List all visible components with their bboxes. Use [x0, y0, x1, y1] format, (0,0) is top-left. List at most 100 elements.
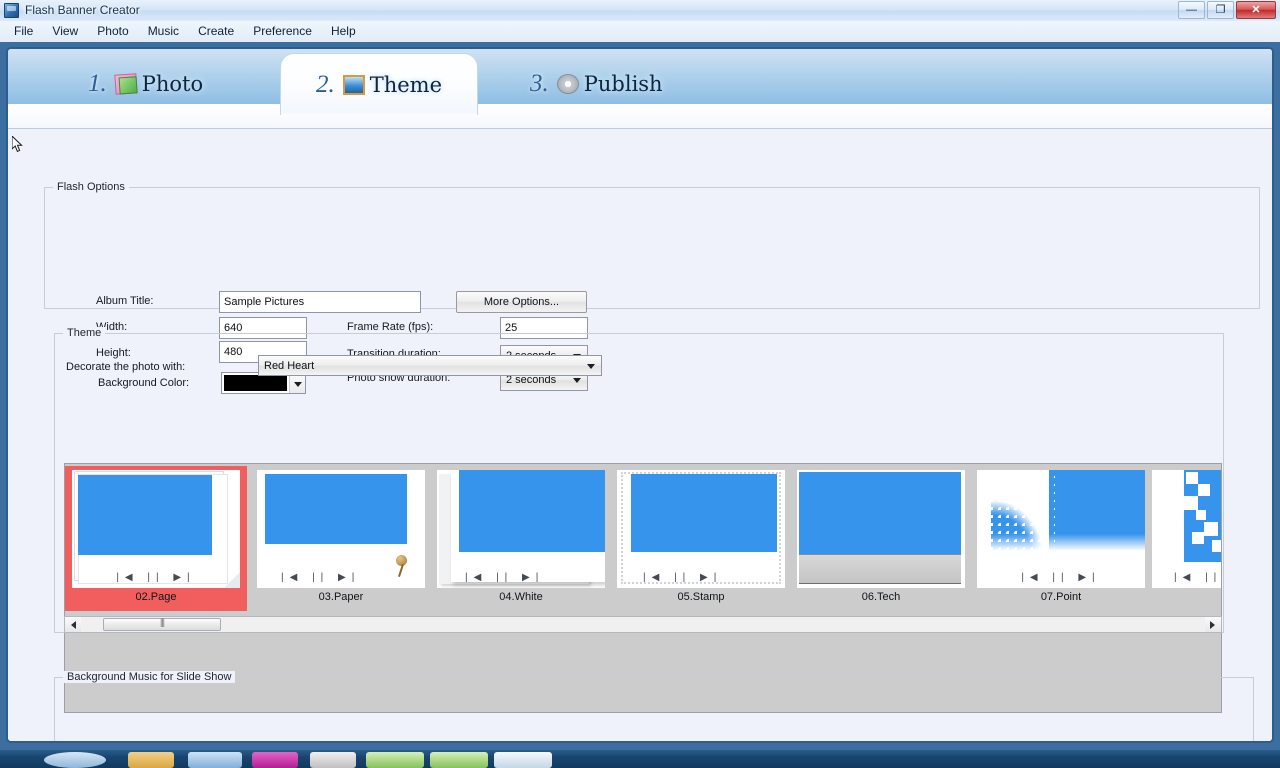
theme-label-paper: 03.Paper	[318, 591, 364, 603]
title-bar: Flash Banner Creator — ❐ ✕	[0, 0, 1280, 21]
bottom-fade-shape	[985, 534, 1145, 562]
start-button-icon[interactable]	[44, 752, 106, 768]
theme-preview-point: |◀ || ▶|	[977, 470, 1145, 588]
taskbar-icon-app-green[interactable]	[366, 752, 424, 768]
flash-options-title: Flash Options	[53, 181, 129, 193]
preview-image-area	[459, 470, 605, 552]
taskbar[interactable]	[0, 750, 1280, 768]
taskbar-icon-app-doc[interactable]	[494, 752, 552, 768]
taskbar-icon-media[interactable]	[252, 752, 298, 768]
app-icon	[4, 3, 19, 18]
pixel-block	[1186, 472, 1198, 484]
theme-label-point: 07.Point	[1040, 591, 1082, 603]
gear-icon	[556, 74, 579, 94]
more-options-button[interactable]: More Options...	[456, 291, 587, 313]
decorate-photo-value: Red Heart	[264, 360, 315, 372]
theme-group-title: Theme	[63, 327, 106, 339]
menu-item-help[interactable]: Help	[323, 21, 364, 41]
theme-thumbnail-paper[interactable]: |◀ || ▶| 03.Paper	[251, 466, 431, 611]
playback-controls-icon: |◀ || ▶|	[1174, 572, 1222, 583]
taskbar-icon-browser[interactable]	[188, 752, 242, 768]
menu-item-music[interactable]: Music	[140, 21, 187, 41]
close-icon: ✕	[1251, 4, 1261, 16]
content-area: Flash Options Album Title: Sample Pictur…	[8, 129, 1272, 741]
scroll-left-icon[interactable]	[65, 617, 81, 632]
theme-preview-page: |◀ || ▶|	[72, 470, 240, 588]
theme-label-tech: 06.Tech	[861, 591, 901, 603]
theme-preview-paper: |◀ || ▶|	[257, 470, 425, 588]
chevron-down-icon	[587, 363, 595, 369]
theme-thumbnail-point[interactable]: |◀ || ▶| 07.Point	[971, 466, 1151, 611]
menu-bar: File View Photo Music Create Preference …	[0, 21, 1280, 42]
window-title: Flash Banner Creator	[25, 3, 140, 17]
preview-image-area	[631, 474, 777, 552]
music-group: Background Music for Slide Show	[54, 671, 1254, 741]
menu-item-create[interactable]: Create	[190, 21, 242, 41]
theme-thumbnail-white[interactable]: |◀ || ▶| 04.White	[431, 466, 611, 611]
taskbar-icon-app-green2[interactable]	[430, 752, 488, 768]
playback-controls-icon: |◀ || ▶|	[1021, 572, 1101, 583]
tab-publish-number: 3.	[530, 70, 549, 97]
menu-item-file[interactable]: File	[6, 21, 41, 41]
pixel-block	[1212, 540, 1221, 552]
theme-thumbnail-page[interactable]: |◀ || ▶| 02.Page	[65, 466, 247, 611]
inner-panel: 1. Photo 2. Theme 3. Publish Flash Optio…	[6, 47, 1274, 743]
album-title-input[interactable]: Sample Pictures	[219, 291, 421, 313]
theme-label-white: 04.White	[499, 591, 543, 603]
pixel-block	[1192, 532, 1204, 544]
tab-publish-label: Publish	[583, 72, 663, 96]
application-window: Flash Banner Creator — ❐ ✕ File View Pho…	[0, 0, 1280, 750]
tab-photo-label: Photo	[141, 72, 204, 96]
theme-preview-stamp: |◀ || ▶|	[617, 470, 785, 588]
menu-item-view[interactable]: View	[44, 21, 86, 41]
tab-photo[interactable]: 1. Photo	[66, 55, 225, 113]
tab-theme-number: 2.	[315, 70, 335, 98]
preview-image-area	[799, 472, 961, 554]
theme-preview-white: |◀ || ▶|	[437, 470, 605, 588]
theme-thumbnail-partial[interactable]: |◀ || ▶|	[1151, 466, 1222, 611]
menu-item-photo[interactable]: Photo	[89, 21, 136, 41]
frame-rate-label: Frame Rate (fps):	[347, 321, 434, 333]
preview-image-area	[265, 474, 407, 544]
tab-theme-label: Theme	[369, 72, 443, 97]
theme-thumbnail-stamp[interactable]: |◀ || ▶| 05.Stamp	[611, 466, 791, 611]
theme-thumbnail-list[interactable]: |◀ || ▶| 02.Page |◀ || ▶| 03.Paper |◀ ||…	[64, 463, 1222, 713]
restore-icon: ❐	[1215, 4, 1226, 16]
theme-list-horizontal-scrollbar[interactable]	[64, 616, 1222, 633]
taskbar-icon-folder[interactable]	[128, 752, 174, 768]
taskbar-icon-window[interactable]	[310, 752, 356, 768]
tab-photo-number: 1.	[88, 70, 107, 97]
scroll-right-icon[interactable]	[1205, 617, 1221, 632]
pixel-block	[1184, 496, 1198, 510]
scrollbar-thumb[interactable]	[103, 618, 221, 631]
tab-theme[interactable]: 2. Theme	[280, 53, 478, 115]
decorate-photo-select[interactable]: Red Heart	[258, 355, 602, 376]
theme-label-stamp: 05.Stamp	[677, 591, 725, 603]
maximize-restore-button[interactable]: ❐	[1207, 1, 1234, 19]
menu-item-preference[interactable]: Preference	[245, 21, 320, 41]
playback-controls-icon: |◀ || ▶|	[465, 572, 545, 583]
theme-preview-pixel: |◀ || ▶|	[1152, 470, 1222, 588]
minimize-button[interactable]: —	[1178, 1, 1205, 19]
theme-label-page: 02.Page	[135, 591, 177, 603]
playback-controls-icon: |◀ || ▶|	[281, 572, 361, 583]
minimize-icon: —	[1186, 4, 1197, 16]
album-title-label: Album Title:	[96, 295, 154, 307]
pixel-block	[1196, 510, 1206, 520]
pixel-block	[1198, 484, 1210, 496]
pushpin-icon	[396, 555, 407, 566]
playback-controls-icon: |◀ || ▶|	[116, 572, 196, 583]
music-group-title: Background Music for Slide Show	[63, 671, 236, 683]
wizard-tab-strip: 1. Photo 2. Theme 3. Publish	[8, 49, 1272, 129]
preview-image-area	[78, 475, 212, 555]
theme-thumbnail-tech[interactable]: 06.Tech	[791, 466, 971, 611]
photo-icon	[114, 73, 138, 95]
decorate-photo-label: Decorate the photo with:	[66, 361, 186, 373]
theme-preview-tech	[797, 470, 965, 588]
pixel-block	[1204, 522, 1218, 536]
tech-control-panel-shape	[799, 554, 961, 584]
close-button[interactable]: ✕	[1236, 1, 1276, 19]
monitor-icon	[342, 74, 365, 95]
tab-publish[interactable]: 3. Publish	[508, 55, 685, 113]
window-body: 1. Photo 2. Theme 3. Publish Flash Optio…	[0, 42, 1280, 750]
